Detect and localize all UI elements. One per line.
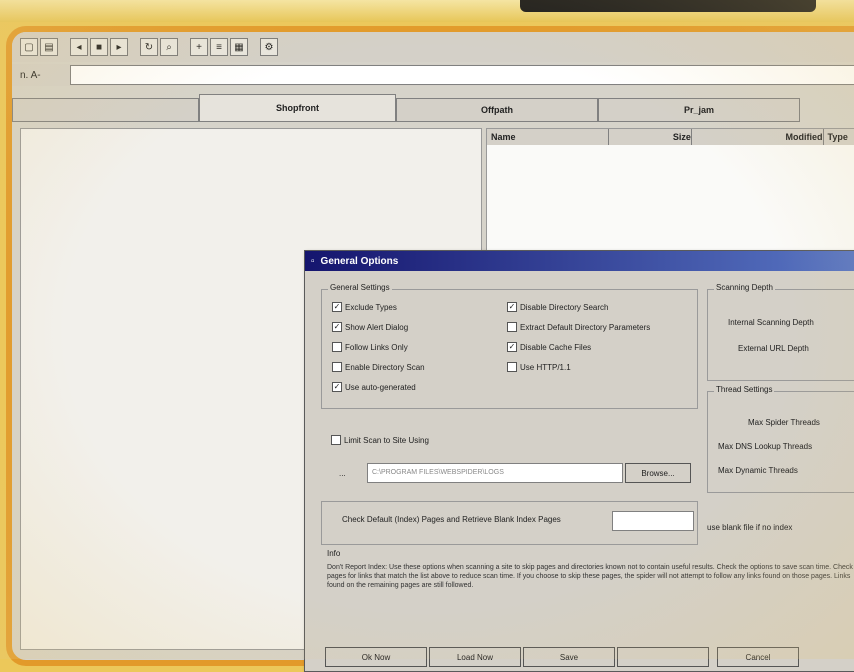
checkbox-exclude-types[interactable]: ✓ Exclude Types	[332, 302, 397, 312]
default-pages-note: use blank file if no index	[707, 523, 793, 532]
thread-settings-group: Thread Settings Max Spider Threads Max D…	[707, 385, 854, 493]
dialog-title: General Options	[320, 255, 399, 267]
checkbox-show-alert[interactable]: ✓ Show Alert Dialog	[332, 322, 408, 332]
app-icon: ▫	[311, 255, 315, 267]
refresh-icon[interactable]: ↻	[140, 38, 158, 56]
list-icon[interactable]: ≡	[210, 38, 228, 56]
max-spider-threads-label: Max Spider Threads	[748, 418, 820, 427]
general-options-dialog: ▫ General Options General Settings ✓ Excl…	[304, 250, 854, 672]
max-dynamic-threads-label: Max Dynamic Threads	[718, 466, 798, 475]
checkbox-disable-dir-search[interactable]: ✓ Disable Directory Search	[507, 302, 608, 312]
general-settings-group: General Settings ✓ Exclude Types ✓ Show Al…	[321, 283, 698, 409]
toolbar: ▢ ▤ ◂ ■ ▸ ↻ ⌕ + ≡ ▦ ⚙	[12, 32, 854, 62]
checkbox-directory-scan[interactable]: Enable Directory Scan	[332, 362, 425, 372]
checkbox-auto-generated[interactable]: ✓ Use auto-generated	[332, 382, 416, 392]
save-icon[interactable]: ▤	[40, 38, 58, 56]
checkbox-follow-links[interactable]: Follow Links Only	[332, 342, 408, 352]
tab-strip: Shopfront Offpath Pr_jam	[12, 94, 854, 122]
browse-button[interactable]: Browse...	[625, 463, 691, 483]
internal-depth-label: Internal Scanning Depth	[728, 318, 814, 327]
default-pages-label: Check Default (Index) Pages and Retrieve…	[342, 515, 561, 524]
play-icon[interactable]: ▸	[110, 38, 128, 56]
checkbox-limit-scan[interactable]: Limit Scan to Site Using	[331, 435, 429, 445]
checkbox-extract-params[interactable]: Extract Default Directory Parameters	[507, 322, 650, 332]
max-dns-threads-label: Max DNS Lookup Threads	[718, 442, 813, 451]
load-now-button[interactable]: Load Now	[429, 647, 521, 667]
path-input[interactable]: C:\PROGRAM FILES\WEBSPIDER\LOGS	[367, 463, 623, 483]
info-label: Info	[327, 549, 341, 558]
address-input[interactable]	[70, 65, 854, 85]
back-icon[interactable]: ◂	[70, 38, 88, 56]
cancel-button[interactable]: Cancel	[717, 647, 799, 667]
default-pages-group: Check Default (Index) Pages and Retrieve…	[321, 501, 698, 545]
col-name[interactable]: Name	[487, 129, 609, 145]
description-text: Don't Report Index: Use these options wh…	[327, 564, 853, 589]
scanning-depth-group: Scanning Depth Internal Scanning Depth E…	[707, 283, 854, 381]
address-bar: n. A-	[12, 64, 854, 86]
checkbox-disable-cache[interactable]: ✓ Disable Cache Files	[507, 342, 591, 352]
tab-prjam[interactable]: Pr_jam	[598, 98, 800, 122]
top-dark-strip	[520, 0, 816, 12]
ok-now-button[interactable]: Ok Now	[325, 647, 427, 667]
col-type[interactable]: Type	[824, 129, 854, 145]
options-icon[interactable]: ⚙	[260, 38, 278, 56]
col-modified[interactable]: Modified	[692, 129, 824, 145]
new-icon[interactable]: +	[190, 38, 208, 56]
grid-icon[interactable]: ▦	[230, 38, 248, 56]
tab-1[interactable]	[12, 98, 199, 122]
list-header: Name Size Modified Type	[487, 129, 854, 145]
tab-offpath[interactable]: Offpath	[396, 98, 598, 122]
thread-settings-legend: Thread Settings	[714, 385, 775, 394]
search-icon[interactable]: ⌕	[160, 38, 178, 56]
dialog-titlebar: ▫ General Options	[305, 251, 854, 271]
general-settings-legend: General Settings	[328, 283, 392, 292]
open-icon[interactable]: ▢	[20, 38, 38, 56]
external-depth-label: External URL Depth	[738, 344, 809, 353]
default-pages-input[interactable]	[612, 511, 694, 531]
scanning-depth-legend: Scanning Depth	[714, 283, 775, 292]
save-button[interactable]: Save	[523, 647, 615, 667]
stop-icon[interactable]: ■	[90, 38, 108, 56]
address-label: n. A-	[20, 69, 41, 81]
checkbox-http11[interactable]: Use HTTP/1.1	[507, 362, 571, 372]
path-label: ...	[339, 469, 346, 478]
blank-button[interactable]	[617, 647, 709, 667]
col-size[interactable]: Size	[609, 129, 692, 145]
tab-shopfront[interactable]: Shopfront	[199, 94, 396, 122]
